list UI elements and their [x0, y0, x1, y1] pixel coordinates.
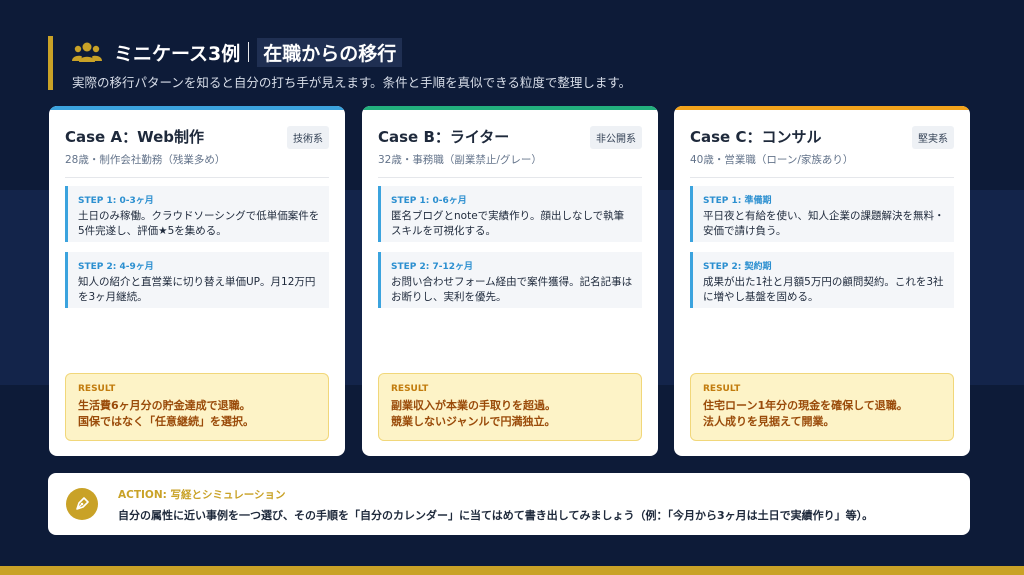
step-2: STEP 2: 4-9ヶ月 知人の紹介と直営業に切り替え単価UP。月12万円を3…: [65, 252, 329, 308]
step-label: STEP 2: 契約期: [703, 262, 772, 272]
page-subtitle: 実際の移行パターンを知ると自分の打ち手が見えます。条件と手順を真似できる粒度で整…: [72, 75, 632, 90]
result-label: RESULT: [78, 384, 116, 394]
result-line: 競業しないジャンルで円満独立。: [391, 415, 556, 428]
title-row: ミニケース3例 在職からの移行: [72, 37, 403, 67]
card-meta: 40歳・営業職（ローン/家族あり）: [690, 154, 854, 166]
result-label: RESULT: [703, 384, 741, 394]
step-text: 知人の紹介と直営業に切り替え単価UP。月12万円を3ヶ月継続。: [78, 276, 316, 303]
step-text: 成果が出た1社と月額5万円の顧問契約。これを3社に増やし基盤を固める。: [703, 276, 944, 303]
card-tag: 堅実系: [912, 126, 954, 149]
action-box: ACTION: 写経とシミュレーション 自分の属性に近い事例を一つ選び、その手順…: [48, 473, 970, 535]
card-meta: 28歳・制作会社勤務（残業多め）: [65, 154, 226, 166]
card-meta: 32歳・事務職（副業禁止/グレー）: [378, 154, 542, 166]
step-label: STEP 1: 0-6ヶ月: [391, 196, 467, 206]
card-top-accent: [49, 106, 345, 110]
card-top-accent: [362, 106, 658, 110]
card-header: Case C：コンサル 堅実系 40歳・営業職（ローン/家族あり）: [690, 126, 954, 178]
users-icon: [72, 40, 102, 64]
step-1: STEP 1: 0-3ヶ月 土日のみ稼働。クラウドソーシングで低単価案件を5件完…: [65, 186, 329, 242]
action-text: 自分の属性に近い事例を一つ選び、その手順を「自分のカレンダー」に当てはめて書き出…: [118, 509, 874, 522]
card-tag: 非公開系: [590, 126, 642, 149]
step-1: STEP 1: 0-6ヶ月 匿名ブログとnoteで実績作り。顔出しなしで執筆スキ…: [378, 186, 642, 242]
case-card-b: Case B：ライター 非公開系 32歳・事務職（副業禁止/グレー） STEP …: [362, 106, 658, 456]
result-line: 住宅ローン1年分の現金を確保して退職。: [703, 399, 908, 412]
result-line: 副業収入が本業の手取りを超過。: [391, 399, 556, 412]
action-label: ACTION: 写経とシミュレーション: [118, 489, 286, 501]
result-box: RESULT 副業収入が本業の手取りを超過。 競業しないジャンルで円満独立。: [378, 373, 642, 441]
page-title: ミニケース3例: [114, 42, 241, 65]
page-title-sub: 在職からの移行: [257, 37, 403, 67]
header-accent-bar: [48, 36, 53, 90]
step-1: STEP 1: 準備期 平日夜と有給を使い、知人企業の課題解決を無料・安価で請け…: [690, 186, 954, 242]
step-text: お問い合わせフォーム経由で案件獲得。記名記事はお断りし、実利を優先。: [391, 276, 633, 303]
card-top-accent: [674, 106, 970, 110]
card-tag: 技術系: [287, 126, 329, 149]
case-card-c: Case C：コンサル 堅実系 40歳・営業職（ローン/家族あり） STEP 1…: [674, 106, 970, 456]
step-2: STEP 2: 7-12ヶ月 お問い合わせフォーム経由で案件獲得。記名記事はお断…: [378, 252, 642, 308]
result-label: RESULT: [391, 384, 429, 394]
step-text: 土日のみ稼働。クラウドソーシングで低単価案件を5件完遂し、評価★5を集める。: [78, 210, 320, 237]
step-label: STEP 2: 4-9ヶ月: [78, 262, 154, 272]
step-label: STEP 1: 準備期: [703, 196, 772, 206]
title-divider: [248, 42, 250, 62]
slide-header: ミニケース3例 在職からの移行 実際の移行パターンを知ると自分の打ち手が見えます…: [48, 36, 988, 90]
result-line: 国保ではなく「任意継続」を選択。: [78, 415, 254, 428]
step-label: STEP 1: 0-3ヶ月: [78, 196, 154, 206]
result-box: RESULT 住宅ローン1年分の現金を確保して退職。 法人成りを見据えて開業。: [690, 373, 954, 441]
step-text: 平日夜と有給を使い、知人企業の課題解決を無料・安価で請け負う。: [703, 210, 945, 237]
card-header: Case A：Web制作 技術系 28歳・制作会社勤務（残業多め）: [65, 126, 329, 178]
pen-nib-icon: [66, 488, 98, 520]
card-header: Case B：ライター 非公開系 32歳・事務職（副業禁止/グレー）: [378, 126, 642, 178]
bottom-accent-bar: [0, 566, 1024, 575]
case-card-a: Case A：Web制作 技術系 28歳・制作会社勤務（残業多め） STEP 1…: [49, 106, 345, 456]
step-label: STEP 2: 7-12ヶ月: [391, 262, 474, 272]
result-box: RESULT 生活費6ヶ月分の貯金達成で退職。 国保ではなく「任意継続」を選択。: [65, 373, 329, 441]
result-line: 法人成りを見据えて開業。: [703, 415, 835, 428]
step-text: 匿名ブログとnoteで実績作り。顔出しなしで執筆スキルを可視化する。: [391, 210, 625, 237]
result-line: 生活費6ヶ月分の貯金達成で退職。: [78, 399, 251, 412]
step-2: STEP 2: 契約期 成果が出た1社と月額5万円の顧問契約。これを3社に増やし…: [690, 252, 954, 308]
